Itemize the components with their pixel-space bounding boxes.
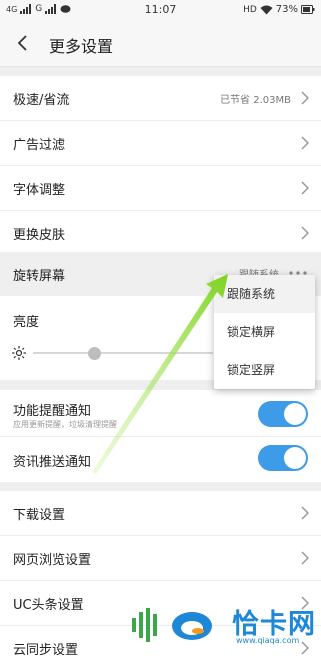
row-ad-filter[interactable]: 广告过滤 bbox=[0, 121, 321, 166]
toggle-knob bbox=[284, 447, 306, 469]
battery-icon bbox=[301, 5, 315, 14]
news-push-toggle[interactable] bbox=[258, 445, 308, 471]
brightness-slider-track[interactable] bbox=[33, 352, 213, 354]
watermark-url: www.qiaqa.com bbox=[236, 636, 300, 645]
chevron-right-icon bbox=[301, 136, 309, 150]
row-label: 功能提醒通知 bbox=[13, 404, 92, 419]
toggle-knob bbox=[284, 403, 306, 425]
row-label: 极速/省流 bbox=[13, 93, 70, 108]
row-label: 网页浏览设置 bbox=[13, 553, 92, 568]
battery-percent: 73% bbox=[275, 4, 298, 15]
rotate-options-menu: 跟随系统 锁定横屏 锁定竖屏 bbox=[214, 275, 315, 389]
row-label: 云同步设置 bbox=[13, 643, 79, 658]
menu-item-lock-landscape[interactable]: 锁定横屏 bbox=[214, 313, 315, 351]
chevron-right-icon bbox=[301, 226, 309, 240]
brightness-slider-thumb[interactable] bbox=[88, 347, 101, 360]
row-label: 更换皮肤 bbox=[13, 228, 66, 243]
chevron-right-icon bbox=[301, 506, 309, 520]
menu-item-lock-portrait[interactable]: 锁定竖屏 bbox=[214, 351, 315, 389]
page-title: 更多设置 bbox=[49, 37, 114, 56]
status-right: HD 73% bbox=[243, 4, 315, 15]
settings-group-1: 极速/省流 已节省 2.03MB 广告过滤 字体调整 更换皮肤 bbox=[0, 76, 321, 255]
wifi-icon bbox=[260, 5, 273, 14]
row-value: 已节省 2.03MB bbox=[220, 95, 291, 106]
row-browsing[interactable]: 网页浏览设置 bbox=[0, 536, 321, 581]
menu-item-follow-system[interactable]: 跟随系统 bbox=[214, 275, 315, 313]
chevron-right-icon bbox=[301, 551, 309, 565]
hd-label: HD bbox=[243, 4, 257, 15]
status-bar: 4G G 11:07 HD 73% bbox=[0, 0, 321, 22]
chevron-right-icon bbox=[301, 91, 309, 105]
brightness-icon bbox=[12, 346, 26, 360]
row-subtitle: 应用更新提醒，垃圾清理提醒 bbox=[13, 420, 117, 429]
feature-notify-toggle[interactable] bbox=[258, 401, 308, 427]
row-label: 旋转屏幕 bbox=[13, 269, 66, 284]
row-label: 下载设置 bbox=[13, 508, 66, 523]
settings-group-notify: 功能提醒通知 应用更新提醒，垃圾清理提醒 资讯推送通知 bbox=[0, 390, 321, 482]
row-news-push: 资讯推送通知 bbox=[0, 437, 321, 482]
row-skin[interactable]: 更换皮肤 bbox=[0, 211, 321, 255]
row-label: UC头条设置 bbox=[13, 598, 84, 613]
watermark-emblem-icon bbox=[132, 608, 212, 642]
row-label: 字体调整 bbox=[13, 183, 66, 198]
row-speed-mode[interactable]: 极速/省流 已节省 2.03MB bbox=[0, 76, 321, 121]
header-bar: 更多设置 bbox=[0, 22, 321, 67]
row-label: 资讯推送通知 bbox=[13, 455, 92, 470]
watermark-logo: 恰卡网 www.qiaqa.com bbox=[128, 598, 321, 651]
back-arrow-icon[interactable] bbox=[12, 32, 34, 54]
row-label: 广告过滤 bbox=[13, 138, 66, 153]
row-font-size[interactable]: 字体调整 bbox=[0, 166, 321, 211]
chevron-right-icon bbox=[301, 181, 309, 195]
row-feature-notify: 功能提醒通知 应用更新提醒，垃圾清理提醒 bbox=[0, 390, 321, 437]
brightness-label: 亮度 bbox=[13, 315, 40, 330]
row-download[interactable]: 下载设置 bbox=[0, 491, 321, 536]
